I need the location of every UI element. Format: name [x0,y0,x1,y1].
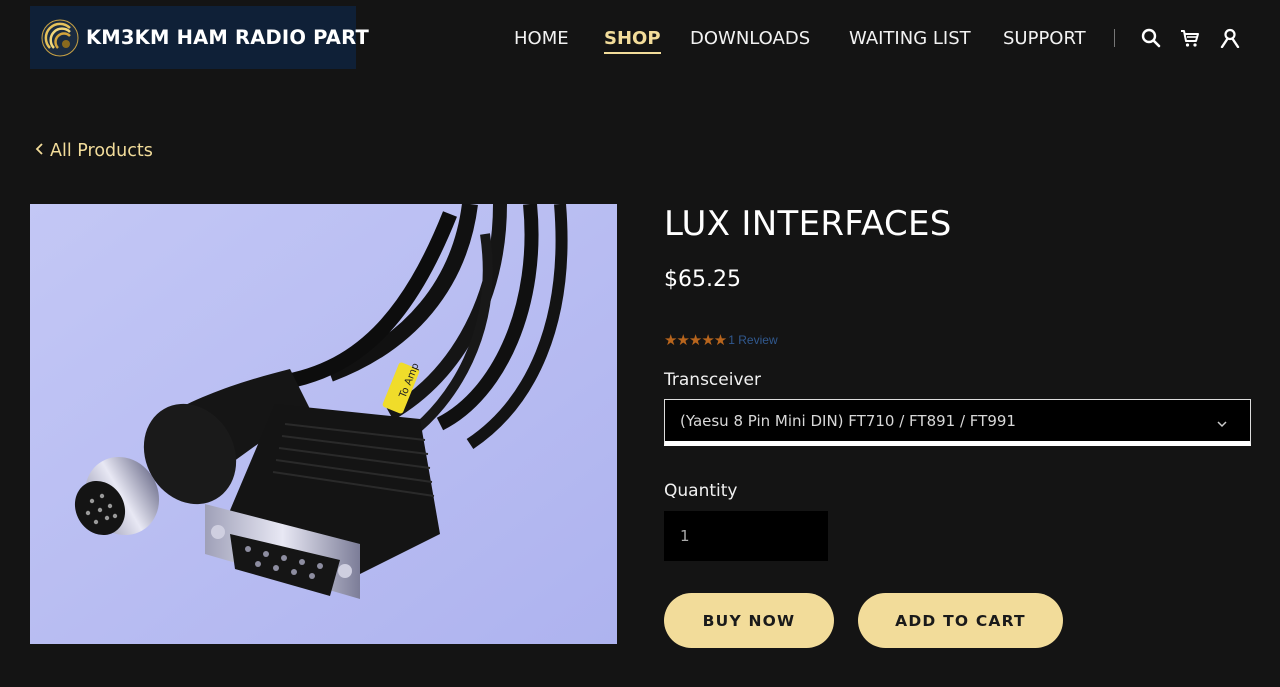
product-rating: ★★★★★ 1 Review [664,331,778,349]
nav-divider [1114,29,1115,47]
nav-downloads[interactable]: DOWNLOADS [690,28,810,49]
quantity-input[interactable]: 1 [664,511,828,561]
product-title: LUX INTERFACES [664,204,952,244]
all-products-link[interactable]: All Products [34,141,153,161]
transceiver-selected-value: (Yaesu 8 Pin Mini DIN) FT710 / FT891 / F… [680,411,1016,430]
product-image[interactable]: To Amp [30,204,617,644]
radio-wave-logo-icon [40,18,80,58]
product-price: $65.25 [664,267,741,292]
chevron-left-icon [34,141,44,161]
account-icon[interactable] [1219,26,1241,50]
nav-home[interactable]: HOME [514,28,569,49]
nav-support[interactable]: SUPPORT [1003,28,1086,49]
nav-waiting-list[interactable]: WAITING LIST [849,28,971,49]
all-products-label: All Products [50,141,153,161]
site-logo[interactable]: KM3KM HAM RADIO PART [30,6,369,69]
transceiver-select[interactable]: (Yaesu 8 Pin Mini DIN) FT710 / FT891 / F… [664,399,1251,446]
search-icon[interactable] [1140,26,1162,50]
cart-icon[interactable] [1179,26,1201,50]
transceiver-label: Transceiver [664,370,761,390]
star-rating-icon: ★★★★★ [664,332,727,349]
review-count-link[interactable]: 1 Review [728,333,777,347]
buy-now-button[interactable]: BUY NOW [664,593,834,648]
chevron-down-icon [1216,415,1228,433]
quantity-label: Quantity [664,481,738,501]
nav-shop[interactable]: SHOP [604,28,661,54]
add-to-cart-button[interactable]: ADD TO CART [858,593,1063,648]
brand-name: KM3KM HAM RADIO PART [86,26,369,49]
